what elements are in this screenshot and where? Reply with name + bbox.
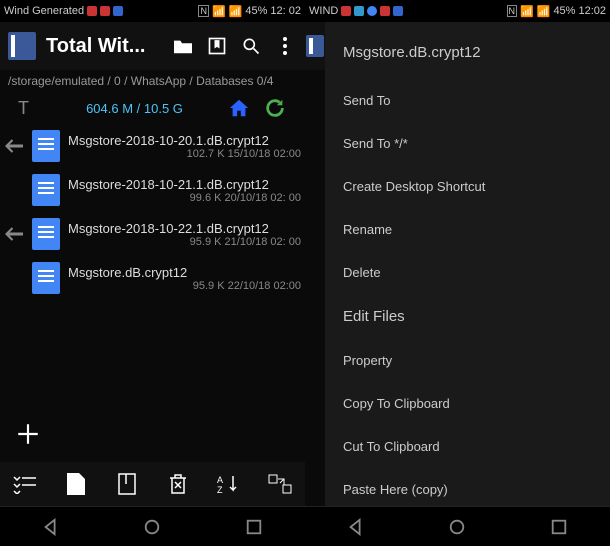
file-name: Msgstore-2018-10-21.1.dB.crypt12	[68, 177, 301, 192]
nav-recent-icon[interactable]	[547, 515, 571, 539]
nav-home-icon[interactable]	[445, 515, 469, 539]
document-icon	[32, 262, 60, 294]
menu-item-delete[interactable]: Delete	[325, 251, 610, 294]
sort-az-icon[interactable]: AZ	[215, 470, 243, 498]
file-name: Msgstore-2018-10-20.1.dB.crypt12	[68, 133, 301, 148]
clock-text: 12:02	[578, 5, 606, 17]
file-name: Msgstore-2018-10-22.1.dB.crypt12	[68, 221, 301, 236]
app-icon-badge	[367, 6, 377, 16]
menu-item-send-to[interactable]: Send To	[325, 79, 610, 122]
status-left: WIND	[309, 5, 403, 17]
transfer-icon[interactable]	[266, 470, 294, 498]
document-icon	[32, 174, 60, 206]
file-meta: 99.6 K 20/10/18 02: 00	[68, 192, 301, 204]
app-bar: Total Wit...	[0, 22, 305, 70]
document-icon	[32, 218, 60, 250]
right-phone: WIND N 📶 📶 45% 12:02 Msgstore.dB.crypt12…	[305, 0, 610, 546]
menu-item-copy-clipboard[interactable]: Copy To Clipboard	[325, 382, 610, 425]
app-icon-badge	[87, 6, 97, 16]
file-meta: 95.9 K 21/10/18 02: 00	[68, 236, 301, 248]
signal-icon: 📶	[520, 5, 534, 18]
battery-text: 45%	[245, 5, 267, 17]
document-icon	[32, 130, 60, 162]
wifi-icon: 📶	[537, 5, 551, 18]
app-icon-badge	[393, 6, 403, 16]
menu-item-send-to-all[interactable]: Send To */*	[325, 122, 610, 165]
nav-back-icon[interactable]	[39, 515, 63, 539]
select-icon[interactable]	[11, 470, 39, 498]
carrier-text: WIND	[309, 5, 338, 17]
carrier-text: Wind Generated	[4, 5, 84, 17]
info-bar: T 604.6 M / 10.5 G	[0, 92, 305, 124]
menu-item-paste-here[interactable]: Paste Here (copy)	[325, 468, 610, 511]
file-meta: 95.9 K 22/10/18 02:00	[68, 280, 301, 292]
add-button[interactable]	[10, 416, 46, 452]
list-item[interactable]: Msgstore-2018-10-20.1.dB.crypt12 102.7 K…	[0, 124, 305, 168]
nav-back-icon[interactable]	[344, 515, 368, 539]
signal-icon: 📶	[212, 5, 226, 18]
nfc-icon: N	[507, 5, 518, 17]
menu-item-edit-files[interactable]: Edit Files	[325, 294, 610, 339]
list-item[interactable]: Msgstore.dB.crypt12 95.9 K 22/10/18 02:0…	[0, 256, 305, 300]
status-right: N 📶 📶 45% 12: 02	[198, 5, 301, 18]
menu-item-property[interactable]: Property	[325, 339, 610, 382]
app-icon-badge	[341, 6, 351, 16]
wifi-icon: 📶	[229, 5, 243, 18]
left-phone: Wind Generated N 📶 📶 45% 12: 02 Total Wi…	[0, 0, 305, 546]
menu-item-rename[interactable]: Rename	[325, 208, 610, 251]
file-info: Msgstore-2018-10-21.1.dB.crypt12 99.6 K …	[68, 177, 301, 204]
status-bar: WIND N 📶 📶 45% 12:02	[305, 0, 610, 22]
status-right: N 📶 📶 45% 12:02	[507, 5, 606, 18]
status-bar: Wind Generated N 📶 📶 45% 12: 02	[0, 0, 305, 22]
delete-icon[interactable]	[164, 470, 192, 498]
nav-recent-icon[interactable]	[242, 515, 266, 539]
home-icon[interactable]	[227, 96, 251, 120]
archive-icon[interactable]	[113, 470, 141, 498]
app-title: Total Wit...	[46, 35, 161, 58]
storage-text: 604.6 M / 10.5 G	[54, 101, 215, 116]
app-icon-badge	[100, 6, 110, 16]
nav-bar	[305, 506, 610, 546]
partial-appbar	[305, 22, 325, 70]
list-item[interactable]: Msgstore-2018-10-21.1.dB.crypt12 99.6 K …	[0, 168, 305, 212]
clock-text: 12: 02	[270, 5, 301, 17]
nfc-icon: N	[198, 5, 209, 17]
bottom-toolbar: AZ	[0, 462, 305, 506]
context-menu-header: Msgstore.dB.crypt12	[325, 32, 610, 79]
search-icon[interactable]	[239, 34, 263, 58]
file-info: Msgstore.dB.crypt12 95.9 K 22/10/18 02:0…	[68, 265, 301, 292]
app-logo-icon	[8, 32, 36, 60]
battery-text: 45%	[553, 5, 575, 17]
file-info: Msgstore-2018-10-22.1.dB.crypt12 95.9 K …	[68, 221, 301, 248]
sort-text-icon[interactable]: T	[18, 98, 42, 118]
menu-item-cut-clipboard[interactable]: Cut To Clipboard	[325, 425, 610, 468]
folder-icon[interactable]	[171, 34, 195, 58]
file-info: Msgstore-2018-10-20.1.dB.crypt12 102.7 K…	[68, 133, 301, 160]
menu-item-create-shortcut[interactable]: Create Desktop Shortcut	[325, 165, 610, 208]
breadcrumb[interactable]: /storage/emulated / 0 / WhatsApp / Datab…	[0, 70, 305, 92]
fab-area	[0, 406, 305, 462]
new-file-icon[interactable]	[62, 470, 90, 498]
nav-home-icon[interactable]	[140, 515, 164, 539]
list-item[interactable]: Msgstore-2018-10-22.1.dB.crypt12 95.9 K …	[0, 212, 305, 256]
file-meta: 102.7 K 15/10/18 02:00	[68, 148, 301, 160]
back-arrow-icon[interactable]	[4, 139, 24, 153]
app-icon-badge	[354, 6, 364, 16]
bookmark-icon[interactable]	[205, 34, 229, 58]
back-arrow-icon[interactable]	[4, 227, 24, 241]
svg-text:Z: Z	[217, 485, 223, 494]
nav-bar	[0, 506, 305, 546]
svg-text:A: A	[217, 475, 223, 485]
context-menu: Msgstore.dB.crypt12 Send To Send To */* …	[325, 22, 610, 506]
file-name: Msgstore.dB.crypt12	[68, 265, 301, 280]
app-icon-badge	[380, 6, 390, 16]
overflow-menu-icon[interactable]	[273, 34, 297, 58]
app-logo-icon	[306, 35, 324, 57]
status-left: Wind Generated	[4, 5, 123, 17]
app-icon-badge	[113, 6, 123, 16]
refresh-icon[interactable]	[263, 96, 287, 120]
file-list: Msgstore-2018-10-20.1.dB.crypt12 102.7 K…	[0, 124, 305, 406]
